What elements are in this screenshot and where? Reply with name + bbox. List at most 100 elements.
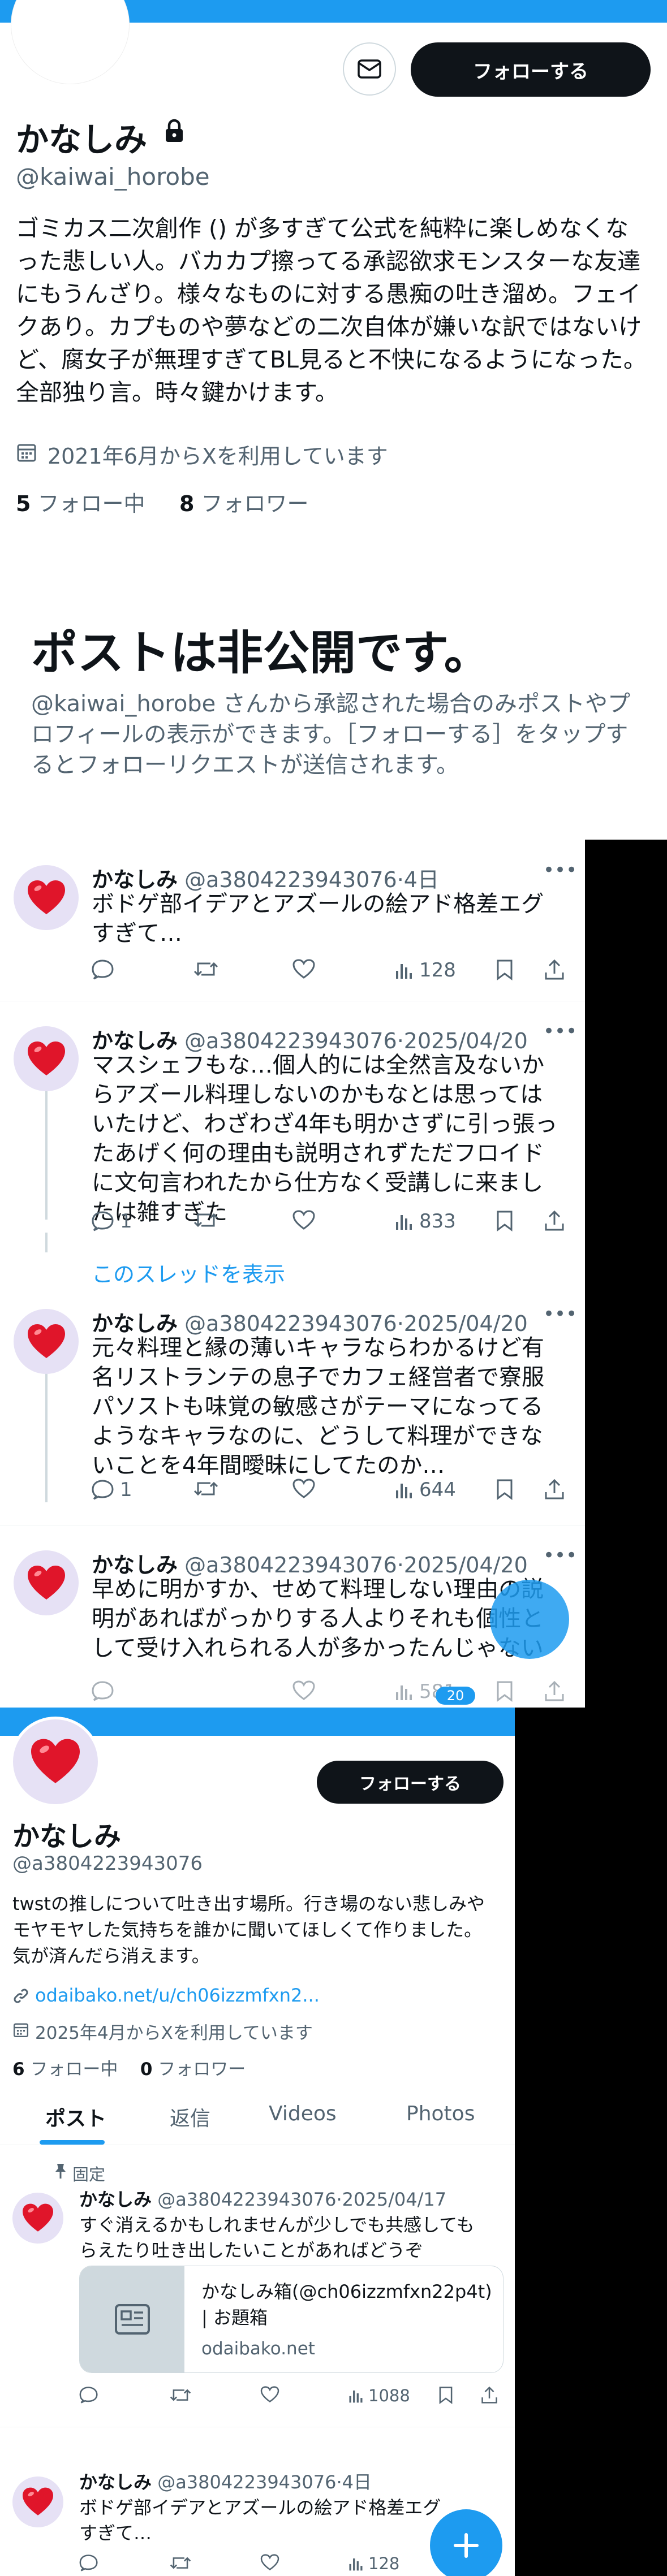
share-button[interactable] xyxy=(544,1210,565,1231)
following-link[interactable]: 5 フォロー中 xyxy=(16,491,145,516)
tweet-avatar[interactable] xyxy=(12,2476,63,2527)
tweet-author[interactable]: かなしみ xyxy=(92,1311,178,1336)
bookmark-button[interactable] xyxy=(496,1680,513,1702)
share-button[interactable] xyxy=(544,959,565,980)
share-button[interactable] xyxy=(544,1680,565,1702)
bookmark-button[interactable] xyxy=(496,1210,513,1231)
views-button[interactable]: 1088 xyxy=(348,2386,410,2405)
repost-button[interactable] xyxy=(170,2386,191,2404)
share-icon xyxy=(545,1479,564,1499)
like-button[interactable] xyxy=(292,959,315,979)
repost-button[interactable] xyxy=(170,2554,191,2572)
like-button[interactable] xyxy=(292,1210,315,1230)
tab-photos[interactable]: Photos xyxy=(406,2102,475,2125)
following-count: 6 xyxy=(12,2059,25,2080)
following-link[interactable]: 6 フォロー中 xyxy=(12,2059,118,2080)
more-icon[interactable]: ••• xyxy=(543,1020,577,1043)
tweet-author[interactable]: かなしみ xyxy=(79,2471,152,2493)
tweet-date[interactable]: 4日 xyxy=(342,2471,372,2493)
tweet[interactable]: かなしみ @a3804223943076·4日 ••• ボドゲ部イデアとアズール… xyxy=(0,840,585,1001)
repost-icon xyxy=(170,2557,191,2569)
more-icon[interactable]: ••• xyxy=(543,859,577,881)
compose-button[interactable] xyxy=(430,2509,502,2576)
calendar-icon xyxy=(12,2021,29,2038)
profile-bio: ゴミカス二次創作 () が多すぎて公式を純粋に楽しめなくなった悲しい人。バカカプ… xyxy=(16,215,647,406)
link-card[interactable]: かなしみ箱(@ch06izzmfxn22p4t) | お題箱 odaibako.… xyxy=(79,2266,504,2373)
like-button[interactable] xyxy=(292,1479,315,1499)
reply-button[interactable]: 1 xyxy=(92,1210,132,1233)
heart-icon xyxy=(23,2487,53,2516)
tab-posts[interactable]: ポスト xyxy=(45,2102,106,2132)
follow-button[interactable]: フォローする xyxy=(317,1761,504,1804)
bookmark-icon xyxy=(439,2387,453,2404)
views-count: 1088 xyxy=(368,2386,410,2405)
tweet-author[interactable]: かなしみ xyxy=(79,2189,152,2210)
tweet-handle: @a3804223943076 xyxy=(184,1028,397,1053)
article-icon xyxy=(114,2304,150,2335)
bookmark-button[interactable] xyxy=(496,1479,513,1500)
tweet-date[interactable]: 4日 xyxy=(404,867,439,892)
reply-button[interactable]: 1 xyxy=(92,1479,132,1501)
tweet-header: かなしみ @a3804223943076·2025/04/17 xyxy=(79,2185,446,2211)
views-button[interactable]: 644 xyxy=(394,1479,456,1501)
profile-link[interactable]: odaibako.net/u/ch06izzmfxn2... xyxy=(35,1985,320,2006)
tweet-avatar[interactable] xyxy=(12,2193,63,2244)
compose-button[interactable] xyxy=(490,1580,569,1659)
heart-icon xyxy=(27,1041,65,1075)
reply-button[interactable] xyxy=(79,2554,98,2572)
tweet-date[interactable]: 2025/04/20 xyxy=(404,1553,528,1577)
tweet[interactable]: かなしみ @a3804223943076·2025/04/20 ••• マスシェ… xyxy=(0,1001,585,1250)
tweet-author[interactable]: かなしみ xyxy=(92,867,178,892)
reply-button[interactable] xyxy=(92,959,114,980)
following-label: フォロー中 xyxy=(30,2059,118,2080)
follow-button[interactable]: フォローする xyxy=(411,42,651,97)
reply-button[interactable] xyxy=(79,2386,98,2404)
followers-link[interactable]: 0 フォロワー xyxy=(140,2059,246,2080)
like-button[interactable] xyxy=(260,2386,279,2403)
tweet-author[interactable]: かなしみ xyxy=(92,1028,178,1053)
profile-avatar[interactable] xyxy=(10,1717,101,1807)
tweet-avatar[interactable] xyxy=(14,1309,79,1374)
repost-icon xyxy=(170,2389,191,2401)
tweet-header: かなしみ @a3804223943076·2025/04/20 xyxy=(92,1548,528,1579)
share-button[interactable] xyxy=(481,2386,498,2404)
tweet-actions: 1088 xyxy=(79,2386,504,2411)
bookmark-button[interactable] xyxy=(496,959,513,980)
tweet-author[interactable]: かなしみ xyxy=(92,1553,178,1577)
tab-videos[interactable]: Videos xyxy=(269,2102,337,2125)
share-button[interactable] xyxy=(544,1479,565,1500)
more-icon[interactable]: ••• xyxy=(543,1544,577,1567)
like-icon xyxy=(292,1680,315,1700)
like-icon xyxy=(260,2386,279,2403)
tweet-text: ボドゲ部イデアとアズールの絵アド格差エグすぎて… xyxy=(92,891,544,946)
separator: · xyxy=(336,2189,342,2210)
views-button[interactable]: 128 xyxy=(394,959,456,982)
repost-button[interactable] xyxy=(193,959,218,979)
repost-button[interactable] xyxy=(193,1479,218,1499)
views-icon xyxy=(396,1484,412,1498)
profile-avatar[interactable] xyxy=(11,0,129,84)
like-button[interactable] xyxy=(292,1680,315,1701)
tweet-avatar[interactable] xyxy=(14,1026,79,1091)
like-button[interactable] xyxy=(260,2554,279,2571)
reply-button[interactable] xyxy=(92,1680,114,1702)
profile-name: かなしみ xyxy=(12,1821,122,1852)
pin-icon xyxy=(54,2163,67,2180)
tweet-date[interactable]: 2025/04/17 xyxy=(342,2189,446,2210)
tweet-avatar[interactable] xyxy=(14,865,79,930)
bookmark-icon xyxy=(497,1211,513,1231)
more-icon[interactable]: ••• xyxy=(543,1303,577,1325)
tweet-date[interactable]: 2025/04/20 xyxy=(404,1311,528,1336)
link-icon xyxy=(12,1987,29,2004)
tweet-avatar[interactable] xyxy=(14,1550,79,1615)
tweet[interactable]: かなしみ @a3804223943076·2025/04/20 ••• 元々料理… xyxy=(0,1283,585,1525)
repost-button[interactable] xyxy=(193,1210,218,1230)
bookmark-button[interactable] xyxy=(438,2386,453,2404)
bookmark-icon xyxy=(497,959,513,980)
views-button[interactable]: 128 xyxy=(348,2554,399,2573)
followers-link[interactable]: 8 フォロワー xyxy=(179,491,309,516)
message-button[interactable] xyxy=(343,42,396,96)
tweet-date[interactable]: 2025/04/20 xyxy=(404,1028,528,1053)
tab-replies[interactable]: 返信 xyxy=(170,2102,210,2132)
views-button[interactable]: 833 xyxy=(394,1210,456,1233)
